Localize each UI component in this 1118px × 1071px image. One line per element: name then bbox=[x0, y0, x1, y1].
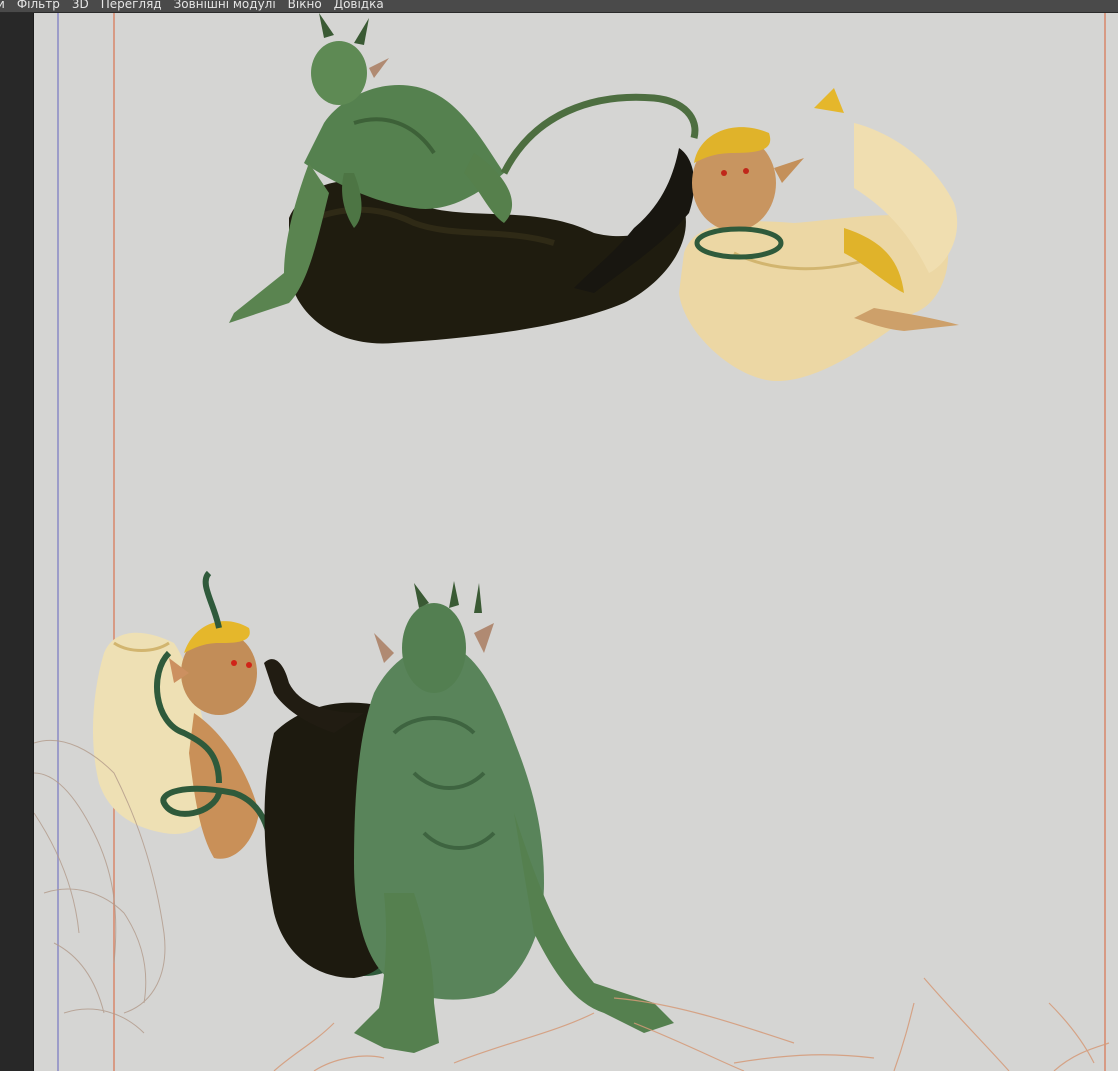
menu-bar: и Фільтр 3D Перегляд Зовнішні модулі Вік… bbox=[0, 0, 1118, 13]
tools-panel[interactable] bbox=[0, 13, 34, 1071]
artwork bbox=[34, 13, 1110, 1071]
bottom-demon-figure bbox=[264, 581, 674, 1053]
menu-item-3d[interactable]: 3D bbox=[66, 0, 95, 10]
top-demon-figure bbox=[229, 13, 699, 344]
menu-item-image-partial[interactable]: и bbox=[0, 0, 11, 10]
menu-item-window[interactable]: Вікно bbox=[282, 0, 328, 10]
menu-item-plugins[interactable]: Зовнішні модулі bbox=[168, 0, 282, 10]
menu-item-help[interactable]: Довідка bbox=[328, 0, 390, 10]
menu-item-view[interactable]: Перегляд bbox=[95, 0, 168, 10]
document-canvas[interactable] bbox=[34, 13, 1118, 1071]
top-golden-figure bbox=[679, 88, 959, 382]
menu-item-filter[interactable]: Фільтр bbox=[11, 0, 66, 10]
